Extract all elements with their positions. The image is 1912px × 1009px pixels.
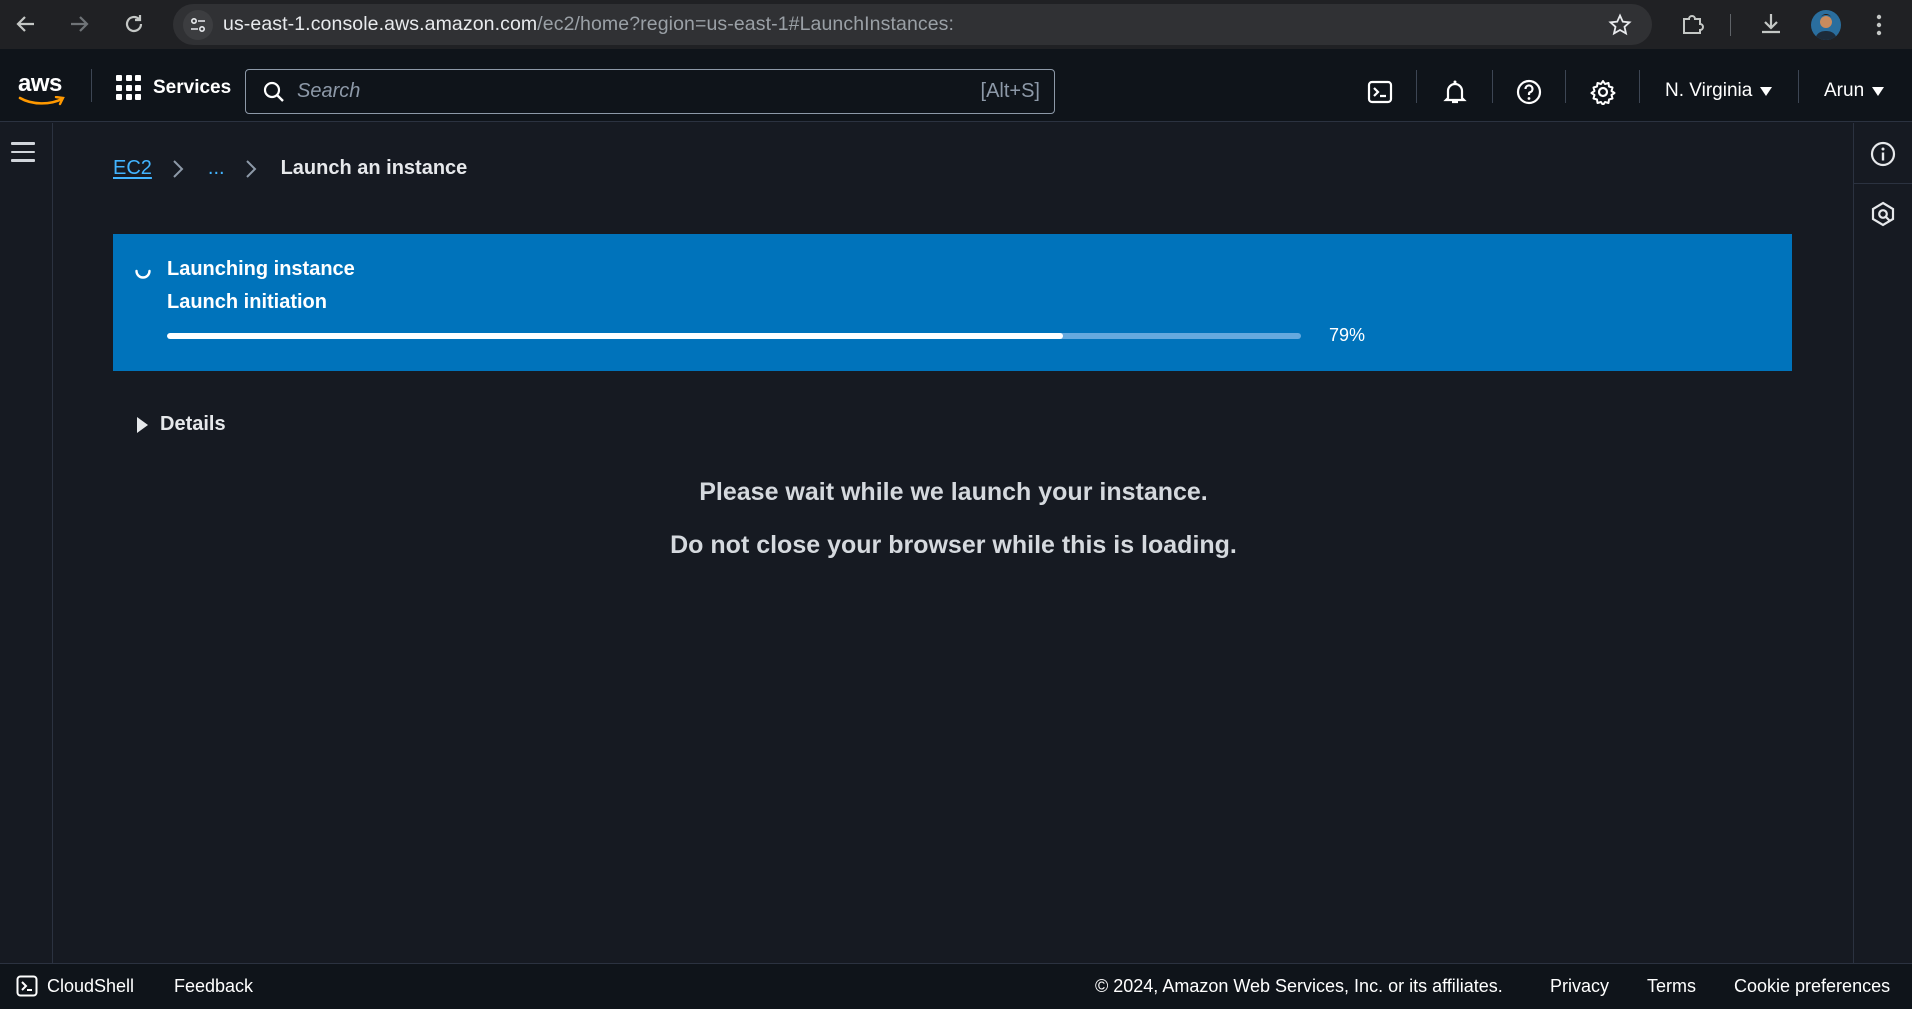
- info-icon[interactable]: [1870, 141, 1896, 172]
- launch-progress-banner: [113, 234, 1792, 371]
- spinner-icon: [135, 269, 151, 279]
- breadcrumb: EC2 ... Launch an instance: [113, 157, 467, 180]
- details-label: Details: [160, 413, 226, 435]
- aws-logo[interactable]: aws: [18, 70, 68, 107]
- details-expander[interactable]: Details: [137, 413, 226, 436]
- region-selector[interactable]: N. Virginia: [1665, 80, 1773, 102]
- help-icon[interactable]: [1515, 78, 1543, 106]
- rail-divider: [1853, 183, 1912, 184]
- progress-bar-fill: [167, 333, 1063, 339]
- cloudshell-icon[interactable]: [1366, 78, 1394, 106]
- site-settings-icon[interactable]: [183, 9, 213, 40]
- copyright-text: © 2024, Amazon Web Services, Inc. or its…: [1095, 976, 1503, 996]
- back-arrow-icon: [16, 16, 34, 32]
- cloudshell-icon: [16, 975, 38, 997]
- toolbar-divider: [1730, 14, 1731, 36]
- banner-subtitle: Launch initiation: [167, 291, 327, 313]
- breadcrumb-current: Launch an instance: [280, 157, 468, 179]
- cloudshell-footer-button[interactable]: CloudShell: [16, 975, 134, 997]
- nav-divider: [1565, 70, 1566, 103]
- extensions-icon[interactable]: [1680, 11, 1706, 42]
- console-footer: CloudShell Feedback © 2024, Amazon Web S…: [0, 963, 1912, 1009]
- reload-icon: [125, 15, 143, 33]
- search-shortcut: [Alt+S]: [980, 80, 1040, 102]
- breadcrumb-ec2-link[interactable]: EC2: [113, 157, 152, 180]
- url-text: us-east-1.console.aws.amazon.com/ec2/hom…: [223, 13, 955, 35]
- services-menu-button[interactable]: Services: [116, 75, 231, 100]
- terms-link[interactable]: Terms: [1647, 976, 1696, 997]
- privacy-link[interactable]: Privacy: [1550, 976, 1609, 997]
- back-button[interactable]: [10, 8, 42, 40]
- cookie-preferences-link[interactable]: Cookie preferences: [1734, 976, 1890, 997]
- hamburger-menu-icon[interactable]: [11, 142, 35, 168]
- nav-divider: [1492, 70, 1493, 103]
- progress-percentage: 79%: [1329, 325, 1366, 345]
- banner-title: Launching instance: [167, 258, 355, 280]
- search-icon: [263, 81, 284, 102]
- notifications-bell-icon[interactable]: [1441, 78, 1469, 106]
- caret-down-icon: [1760, 86, 1773, 96]
- account-menu[interactable]: Arun: [1824, 80, 1885, 102]
- reload-button[interactable]: [118, 8, 150, 40]
- nav-divider: [1639, 70, 1640, 103]
- nav-divider: [1798, 70, 1799, 103]
- region-label: N. Virginia: [1665, 80, 1753, 101]
- wait-message: Please wait while we launch your instanc…: [699, 478, 1208, 506]
- browser-toolbar: us-east-1.console.aws.amazon.com/ec2/hom…: [0, 0, 1912, 49]
- cloudshell-label: CloudShell: [47, 975, 135, 996]
- chevron-right-icon: [245, 158, 259, 180]
- bookmark-star-icon[interactable]: [1608, 13, 1632, 42]
- aws-logo-text: aws: [18, 70, 62, 97]
- amazon-q-icon[interactable]: [1870, 201, 1896, 232]
- browser-menu-icon[interactable]: [1876, 13, 1882, 42]
- settings-gear-icon[interactable]: [1589, 78, 1617, 106]
- account-name: Arun: [1824, 80, 1865, 101]
- nav-divider: [1416, 70, 1417, 103]
- caret-down-icon: [1872, 86, 1885, 96]
- grid-icon: [116, 75, 141, 100]
- progress-bar: [167, 333, 1301, 339]
- profile-avatar[interactable]: [1811, 10, 1841, 40]
- search-placeholder: Search: [297, 80, 361, 102]
- breadcrumb-ellipsis[interactable]: ...: [208, 157, 225, 180]
- forward-arrow-icon: [71, 16, 89, 32]
- search-input[interactable]: Search [Alt+S]: [245, 69, 1055, 114]
- feedback-link[interactable]: Feedback: [174, 976, 253, 997]
- nav-divider: [91, 69, 92, 102]
- address-bar[interactable]: us-east-1.console.aws.amazon.com/ec2/hom…: [173, 4, 1652, 45]
- chevron-right-icon: [172, 158, 186, 180]
- forward-button[interactable]: [63, 8, 95, 40]
- caret-right-icon: [137, 416, 148, 433]
- services-label: Services: [153, 76, 232, 98]
- warning-message: Do not close your browser while this is …: [670, 531, 1237, 559]
- download-icon[interactable]: [1758, 11, 1784, 42]
- aws-smile-icon: [18, 96, 65, 106]
